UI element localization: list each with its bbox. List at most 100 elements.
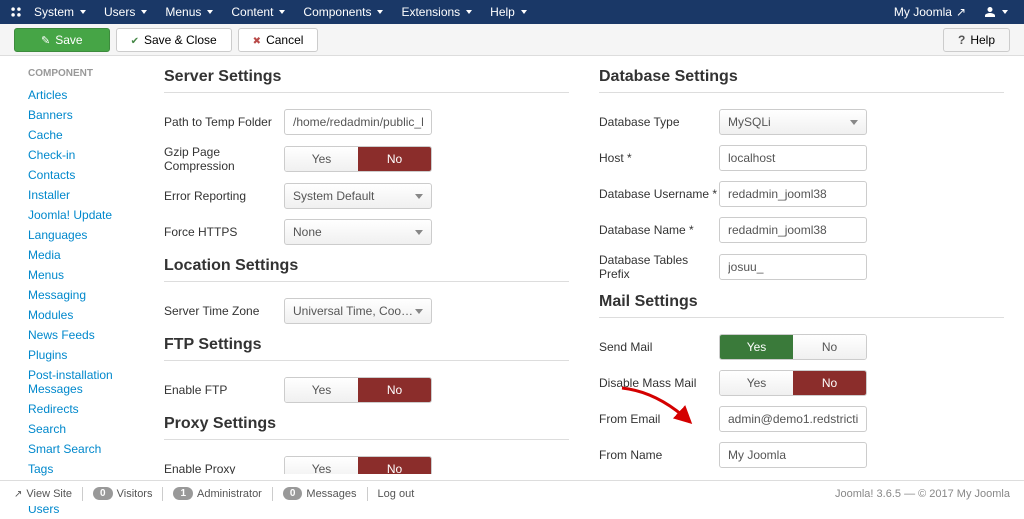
caret-down-icon [279,10,285,14]
sidebar-item[interactable]: Messaging [10,285,140,305]
top-menubar-left: System Users Menus Content Components Ex… [8,1,535,23]
caret-down-icon [80,10,86,14]
sidebar-item[interactable]: Post-installation Messages [10,365,140,399]
db-prefix-input[interactable] [719,254,867,280]
sidebar-item[interactable]: Joomla! Update [10,205,140,225]
sidebar-item[interactable]: Banners [10,105,140,125]
save-close-button[interactable]: Save & Close [116,28,232,52]
sidebar-item[interactable]: Cache [10,125,140,145]
https-select[interactable]: None [284,219,432,245]
sidebar-item[interactable]: Redirects [10,399,140,419]
from-name-input[interactable] [719,442,867,468]
sidebar-item[interactable]: Languages [10,225,140,245]
sidebar-heading: COMPONENT [10,64,140,85]
ftp-label: Enable FTP [164,383,284,397]
user-icon [984,6,996,18]
from-email-input[interactable] [719,406,867,432]
external-link-icon: ↗ [956,5,966,19]
tz-label: Server Time Zone [164,304,284,318]
sidebar-item[interactable]: Menus [10,265,140,285]
save-button[interactable]: Save [14,28,110,52]
mail-settings-heading: Mail Settings [599,293,1004,318]
db-name-label: Database Name * [599,223,719,237]
menu-components[interactable]: Components [295,1,391,23]
visitors-link[interactable]: 0Visitors [93,487,152,500]
send-mail-label: Send Mail [599,340,719,354]
from-name-label: From Name [599,448,719,462]
menu-extensions[interactable]: Extensions [393,1,480,23]
admins-link[interactable]: 1Administrator [173,487,261,500]
disable-mass-toggle[interactable]: YesNo [719,370,867,396]
user-menu[interactable] [976,2,1016,22]
caret-down-icon [521,10,527,14]
view-site-link[interactable]: View Site [14,488,72,500]
save-icon [41,33,50,47]
caret-down-icon [207,10,213,14]
divider [82,487,83,501]
help-icon [958,33,965,47]
menu-menus[interactable]: Menus [157,1,221,23]
tz-select[interactable]: Universal Time, Coordinated (UTC) [284,298,432,324]
error-select[interactable]: System Default [284,183,432,209]
sidebar-item[interactable]: Articles [10,85,140,105]
sidebar-item[interactable]: Tags [10,459,140,479]
ftp-settings-heading: FTP Settings [164,336,569,361]
divider [272,487,273,501]
help-button[interactable]: Help [943,28,1010,52]
db-user-input[interactable] [719,181,867,207]
chevron-down-icon [415,230,423,235]
messages-badge: 0 [283,487,303,500]
joomla-logo-icon [8,4,24,20]
caret-down-icon [141,10,147,14]
https-label: Force HTTPS [164,225,284,239]
menu-system[interactable]: System [26,1,94,23]
main: COMPONENT Articles Banners Cache Check-i… [0,56,1024,474]
proxy-toggle[interactable]: YesNo [284,456,432,474]
sidebar-item[interactable]: Modules [10,305,140,325]
ftp-toggle[interactable]: YesNo [284,377,432,403]
gzip-toggle[interactable]: YesNo [284,146,432,172]
db-host-input[interactable] [719,145,867,171]
chevron-down-icon [415,309,423,314]
sidebar-item[interactable]: Search [10,419,140,439]
divider [367,487,368,501]
menu-content[interactable]: Content [223,1,293,23]
sidebar: COMPONENT Articles Banners Cache Check-i… [0,56,140,474]
sidebar-item[interactable]: Installer [10,185,140,205]
logout-link[interactable]: Log out [378,488,415,500]
menu-help[interactable]: Help [482,1,535,23]
db-type-label: Database Type [599,115,719,129]
path-input[interactable] [284,109,432,135]
status-bar: View Site 0Visitors 1Administrator 0Mess… [0,480,1024,506]
status-bar-left: View Site 0Visitors 1Administrator 0Mess… [14,487,414,501]
site-link[interactable]: My Joomla ↗ [886,1,974,23]
sidebar-item[interactable]: Smart Search [10,439,140,459]
path-label: Path to Temp Folder [164,115,284,129]
admins-badge: 1 [173,487,193,500]
sidebar-item[interactable]: Check-in [10,145,140,165]
divider [162,487,163,501]
action-bar: Save Save & Close Cancel Help [0,24,1024,56]
error-label: Error Reporting [164,189,284,203]
messages-link[interactable]: 0Messages [283,487,357,500]
db-type-select[interactable]: MySQLi [719,109,867,135]
caret-down-icon [466,10,472,14]
sidebar-item[interactable]: Contacts [10,165,140,185]
db-host-label: Host * [599,151,719,165]
disable-mass-label: Disable Mass Mail [599,376,719,390]
send-mail-toggle[interactable]: YesNo [719,334,867,360]
proxy-settings-heading: Proxy Settings [164,415,569,440]
db-prefix-label: Database Tables Prefix [599,253,719,281]
location-settings-heading: Location Settings [164,257,569,282]
db-name-input[interactable] [719,217,867,243]
sidebar-item[interactable]: News Feeds [10,325,140,345]
top-menubar: System Users Menus Content Components Ex… [0,0,1024,24]
from-email-label: From Email [599,412,719,426]
menu-users[interactable]: Users [96,1,155,23]
copyright-text: Joomla! 3.6.5 — © 2017 My Joomla [835,488,1010,500]
check-icon [131,33,139,47]
db-settings-heading: Database Settings [599,68,1004,93]
sidebar-item[interactable]: Media [10,245,140,265]
cancel-button[interactable]: Cancel [238,28,319,52]
sidebar-item[interactable]: Plugins [10,345,140,365]
